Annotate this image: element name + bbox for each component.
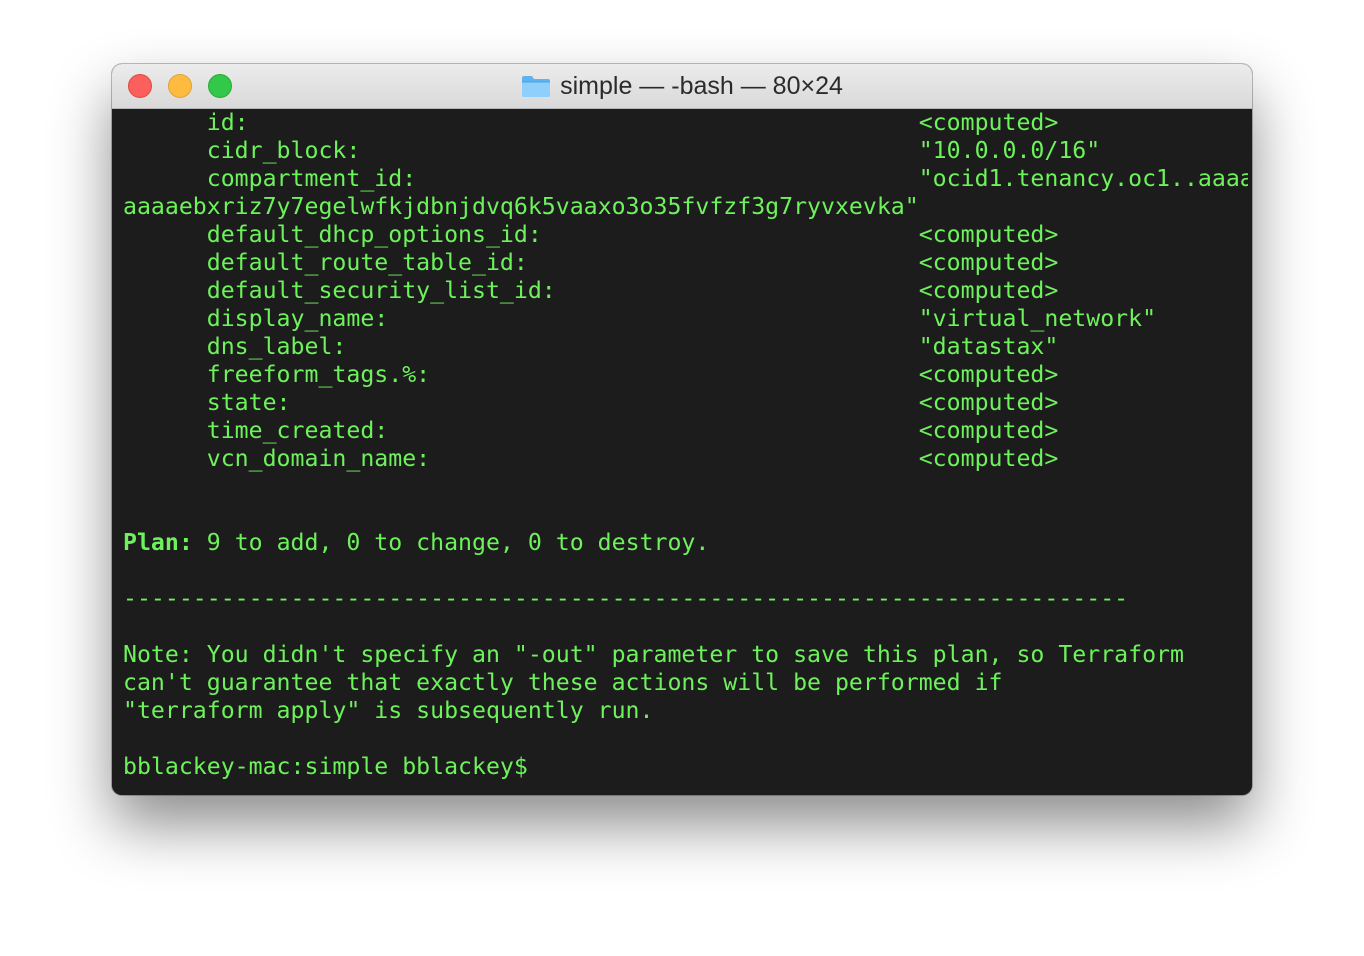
shell-prompt: bblackey-mac:simple bblackey$	[123, 753, 528, 780]
title-bar[interactable]: simple — -bash — 80×24	[112, 64, 1252, 109]
terminal-content[interactable]: id: <computed> cidr_block: "10.0.0.0/16"…	[112, 109, 1252, 795]
output-line: id: <computed>	[123, 109, 1059, 136]
output-line: display_name: "virtual_network"	[123, 305, 1157, 332]
folder-icon	[522, 76, 551, 97]
separator-line: ----------------------------------------…	[123, 585, 1129, 612]
plan-label: Plan:	[123, 529, 193, 556]
output-line: freeform_tags.%: <computed>	[123, 361, 1059, 388]
window-title: simple — -bash — 80×24	[560, 71, 843, 100]
note-line: can't guarantee that exactly these actio…	[123, 669, 1003, 696]
plan-summary: 9 to add, 0 to change, 0 to destroy.	[192, 529, 710, 556]
window-title-group: simple — -bash — 80×24	[112, 64, 1252, 108]
terminal-window: simple — -bash — 80×24 id: <computed> ci…	[112, 64, 1252, 795]
output-line: time_created: <computed>	[123, 417, 1059, 444]
output-line: cidr_block: "10.0.0.0/16"	[123, 137, 1101, 164]
terminal-output: id: <computed> cidr_block: "10.0.0.0/16"…	[123, 109, 1248, 781]
cursor	[528, 754, 542, 778]
output-line: compartment_id: "ocid1.tenancy.oc1..aaaa	[123, 165, 1248, 192]
output-line: aaaaebxriz7y7egelwfkjdbnjdvq6k5vaaxo3o35…	[123, 193, 919, 220]
prompt-line[interactable]: bblackey-mac:simple bblackey$	[123, 753, 1248, 781]
output-line: default_security_list_id: <computed>	[123, 277, 1059, 304]
note-line: Note: You didn't specify an "-out" param…	[123, 641, 1184, 668]
output-line: state: <computed>	[123, 389, 1059, 416]
output-line: default_dhcp_options_id: <computed>	[123, 221, 1059, 248]
plan-summary-line: Plan: 9 to add, 0 to change, 0 to destro…	[123, 529, 1248, 557]
output-line: vcn_domain_name: <computed>	[123, 445, 1059, 472]
output-line: dns_label: "datastax"	[123, 333, 1059, 360]
note-line: "terraform apply" is subsequently run.	[123, 697, 654, 724]
output-line: default_route_table_id: <computed>	[123, 249, 1059, 276]
